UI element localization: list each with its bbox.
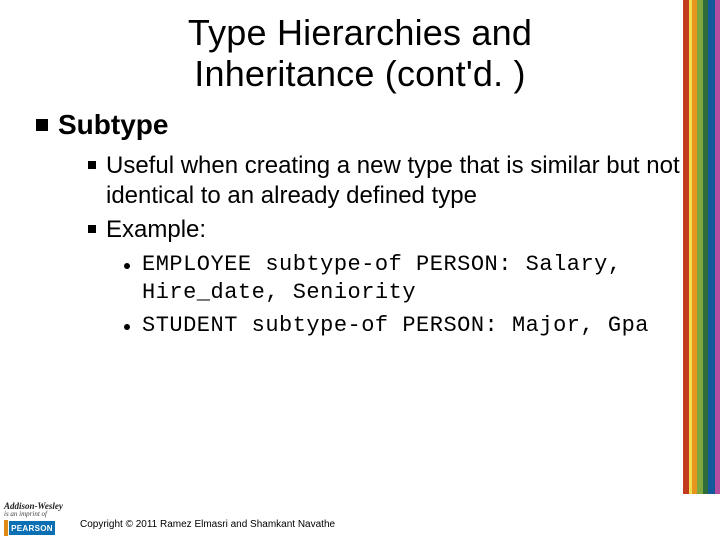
title-line-2: Inheritance (cont'd. )	[194, 53, 525, 94]
decorative-stripe	[683, 0, 720, 540]
dot-bullet-icon	[124, 324, 130, 330]
list-item: Useful when creating a new type that is …	[88, 151, 684, 211]
code-text: EMPLOYEE subtype-of PERSON: Salary, Hire…	[142, 251, 684, 308]
bullet-level-1: Subtype	[36, 109, 684, 141]
list-item: STUDENT subtype-of PERSON: Major, Gpa	[124, 312, 684, 341]
bullet-text: Useful when creating a new type that is …	[106, 151, 684, 211]
bullet-text: Example:	[106, 215, 206, 245]
square-bullet-small-icon	[88, 161, 96, 169]
code-text: STUDENT subtype-of PERSON: Major, Gpa	[142, 312, 649, 341]
copyright-text: Copyright © 2011 Ramez Elmasri and Shamk…	[80, 519, 335, 530]
publisher-tagline: is an imprint of	[4, 511, 63, 518]
square-bullet-small-icon	[88, 225, 96, 233]
dot-bullet-icon	[124, 263, 130, 269]
bullet-level-2-group: Useful when creating a new type that is …	[88, 151, 684, 245]
title-line-1: Type Hierarchies and	[188, 12, 532, 53]
bullet-level-3-group: EMPLOYEE subtype-of PERSON: Salary, Hire…	[124, 251, 684, 341]
list-item: EMPLOYEE subtype-of PERSON: Salary, Hire…	[124, 251, 684, 308]
slide-title: Type Hierarchies and Inheritance (cont'd…	[0, 0, 720, 95]
publisher-logo-block: Addison-Wesley is an imprint of PEARSON	[4, 502, 63, 536]
slide-footer: Addison-Wesley is an imprint of PEARSON …	[0, 494, 720, 540]
bullet-text: Subtype	[58, 109, 168, 141]
slide-content: Subtype Useful when creating a new type …	[0, 95, 720, 341]
square-bullet-icon	[36, 119, 48, 131]
pearson-logo: PEARSON	[8, 520, 56, 536]
list-item: Example:	[88, 215, 684, 245]
